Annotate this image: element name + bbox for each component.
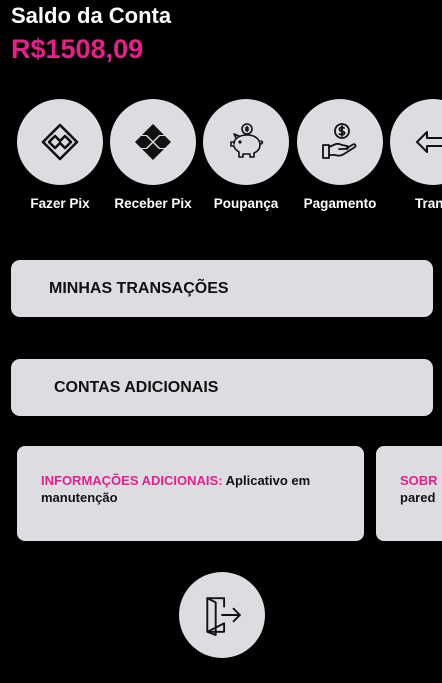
transfer-arrow-icon (416, 131, 442, 153)
logout-button[interactable] (179, 572, 265, 658)
action-label: Fazer Pix (30, 196, 90, 211)
balance-value: R$1508,09 (11, 34, 144, 64)
quick-actions-row: Fazer Pix Receber Pix Poupança Pagamento… (0, 99, 442, 219)
info-card-text: pared (400, 490, 436, 505)
balance-label: Saldo da Conta (11, 3, 172, 28)
info-card-title: INFORMAÇÕES ADICIONAIS: (41, 473, 223, 488)
info-card-title: SOBR (400, 473, 438, 488)
action-label: Receber Pix (114, 196, 192, 211)
poupanca-button[interactable] (203, 99, 289, 185)
action-label: Trans (414, 196, 442, 211)
my-transactions-button[interactable]: MINHAS TRANSAÇÕES (11, 260, 433, 317)
receber-pix-button[interactable] (110, 99, 196, 185)
action-poupanca[interactable]: Poupança (201, 99, 291, 211)
action-label: Poupança (213, 196, 279, 211)
action-transferir[interactable]: Trans (388, 99, 442, 211)
fazer-pix-button[interactable] (17, 99, 103, 185)
pix-filled-icon (135, 124, 171, 160)
action-label: Pagamento (303, 196, 377, 211)
info-card[interactable]: SOBR pared (376, 446, 442, 541)
info-cards-carousel[interactable]: INFORMAÇÕES ADICIONAIS: Aplicativo em ma… (0, 446, 442, 542)
info-card[interactable]: INFORMAÇÕES ADICIONAIS: Aplicativo em ma… (17, 446, 364, 541)
piggy-bank-icon (230, 123, 264, 158)
hand-money-icon (322, 123, 357, 159)
pagamento-button[interactable] (297, 99, 383, 185)
logout-door-icon (206, 597, 241, 636)
additional-accounts-button[interactable]: CONTAS ADICIONAIS (11, 359, 433, 416)
action-receber-pix[interactable]: Receber Pix (108, 99, 198, 211)
action-pagamento[interactable]: Pagamento (295, 99, 385, 211)
transferir-button[interactable] (390, 99, 442, 185)
pix-icon (41, 123, 79, 161)
additional-accounts-label: CONTAS ADICIONAIS (54, 378, 219, 396)
my-transactions-label: MINHAS TRANSAÇÕES (49, 279, 229, 297)
action-fazer-pix[interactable]: Fazer Pix (15, 99, 105, 211)
